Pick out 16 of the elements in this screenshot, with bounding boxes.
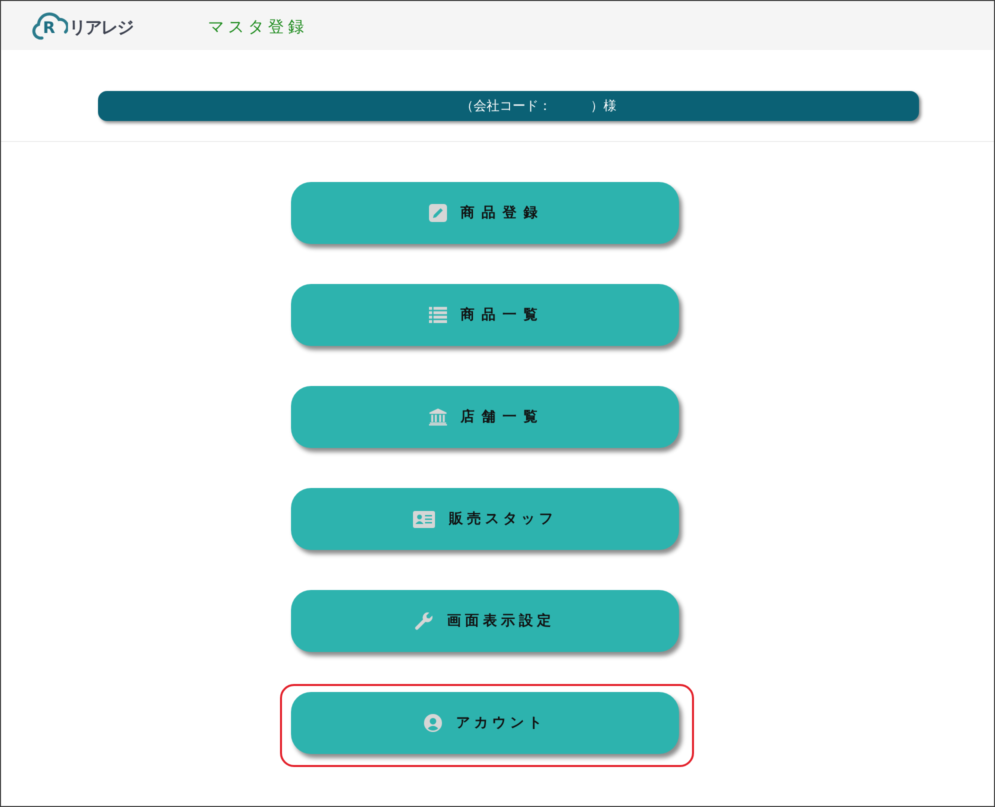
logo-text: リアレジ — [69, 17, 133, 39]
menu-button[interactable]: 商 品 一 覧 — [291, 284, 679, 346]
bank-icon — [428, 408, 447, 426]
menu-button[interactable]: 商 品 登 録 — [291, 182, 679, 244]
logo-mark: R — [32, 10, 68, 40]
company-code-text: （会社コード： ）様 — [460, 98, 616, 115]
page-title: マスタ登録 — [208, 16, 308, 38]
wrench-icon — [415, 612, 433, 630]
id-card-icon — [413, 510, 435, 528]
menu-button[interactable]: 店 舗 一 覧 — [291, 386, 679, 448]
pencil-icon — [428, 204, 447, 222]
menu-button[interactable]: 販売スタッフ — [291, 488, 679, 550]
list-icon — [428, 306, 447, 324]
menu-button[interactable]: アカウント — [291, 692, 679, 754]
user-icon — [424, 714, 442, 732]
menu-button[interactable]: 画面表示設定 — [291, 590, 679, 652]
